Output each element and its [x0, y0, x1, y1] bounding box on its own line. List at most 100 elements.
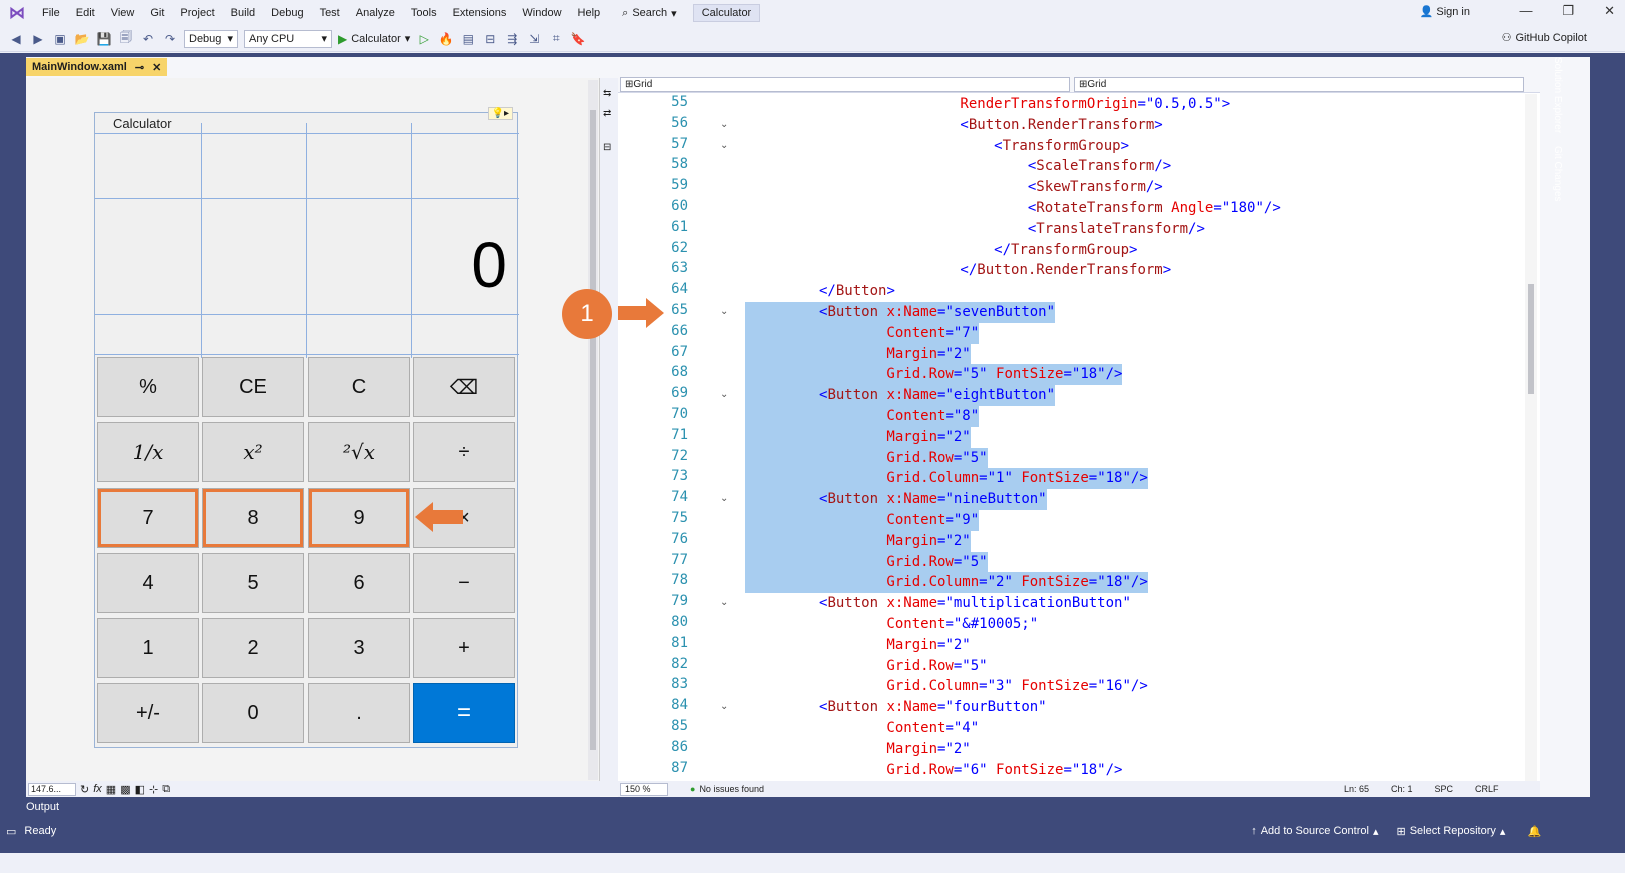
fold-toggle-icon[interactable]: ⌄ — [720, 119, 728, 130]
code-line[interactable]: </TransformGroup> — [745, 240, 1137, 261]
code-line[interactable]: <RotateTransform Angle="180"/> — [745, 198, 1281, 219]
menu-item-help[interactable]: Help — [570, 0, 609, 26]
right-scope-select[interactable]: ⊞ Grid — [1074, 77, 1524, 92]
menu-item-file[interactable]: File — [34, 0, 68, 26]
code-line[interactable]: <Button x:Name="sevenButton" — [745, 302, 1056, 323]
layout-icon[interactable]: ⊟ — [482, 31, 498, 47]
code-line[interactable]: <Button.RenderTransform> — [745, 115, 1162, 136]
code-line[interactable]: Grid.Row="5" — [745, 551, 988, 573]
select-repository-button[interactable]: ⊞ Select Repository ▴ — [1396, 825, 1505, 838]
code-line[interactable]: Content="7" — [745, 322, 980, 344]
fold-toggle-icon[interactable]: ⌄ — [720, 140, 728, 151]
code-line[interactable]: Grid.Row="6" FontSize="18"/> — [745, 760, 1122, 781]
column-indicator[interactable]: Ch: 1 — [1391, 784, 1413, 794]
start-without-debugging-icon[interactable]: ▷ — [416, 31, 432, 47]
code-line[interactable]: <SkewTransform/> — [745, 177, 1163, 198]
line-indicator[interactable]: Ln: 65 — [1344, 784, 1369, 794]
restore-icon[interactable]: ❐ — [1562, 3, 1574, 19]
redo-icon[interactable]: ↷ — [162, 31, 178, 47]
code-line[interactable]: Grid.Column="1" FontSize="18"/> — [745, 468, 1148, 490]
backspace-button[interactable]: ⌫ — [413, 357, 515, 417]
bookmark-icon[interactable]: 🔖 — [570, 31, 586, 47]
designer-zoom-select[interactable]: 147.6... — [28, 782, 76, 796]
code-line[interactable]: Content="9" — [745, 510, 980, 531]
menu-item-extensions[interactable]: Extensions — [445, 0, 515, 26]
visual-studio-logo-icon[interactable]: ⋈ — [0, 0, 34, 26]
start-debugging-button[interactable]: ▶ Calculator ▾ — [338, 32, 410, 46]
menu-item-tools[interactable]: Tools — [403, 0, 445, 26]
issues-status[interactable]: No issues found — [699, 784, 764, 794]
scroll-thumb[interactable] — [1528, 284, 1534, 394]
comment-icon[interactable]: ⌗ — [548, 31, 564, 47]
step-icon[interactable]: ⇲ — [526, 31, 542, 47]
collapse-pane-icon[interactable]: ⇄ — [603, 108, 611, 119]
line-ending-indicator[interactable]: CRLF — [1475, 784, 1499, 794]
divide-button[interactable]: ÷ — [413, 422, 515, 482]
menu-item-window[interactable]: Window — [514, 0, 569, 26]
code-line[interactable]: Content="&#10005;" — [745, 614, 1038, 635]
code-line[interactable]: Margin="2" — [745, 635, 970, 656]
refresh-icon[interactable]: ↻ — [80, 783, 89, 796]
format-icon[interactable]: ⇶ — [504, 31, 520, 47]
menu-item-debug[interactable]: Debug — [263, 0, 311, 26]
menu-item-edit[interactable]: Edit — [68, 0, 103, 26]
device-icon[interactable]: ⧉ — [162, 783, 170, 796]
tab-solution-explorer[interactable]: Solution Explorer — [1552, 57, 1563, 133]
tab-output[interactable]: Output — [26, 801, 59, 813]
clear-entry-button[interactable]: CE — [202, 357, 304, 417]
code-line[interactable]: <Button x:Name="nineButton" — [745, 489, 1047, 511]
reciprocal-button[interactable]: 1/x — [97, 422, 199, 482]
code-line[interactable]: <Button x:Name="fourButton" — [745, 697, 1047, 718]
negate-button[interactable]: +/- — [97, 683, 199, 743]
code-line[interactable]: <Button x:Name="multiplicationButton" — [745, 593, 1131, 614]
four-button[interactable]: 4 — [97, 553, 199, 613]
clear-button[interactable]: C — [308, 357, 410, 417]
sign-in-button[interactable]: 👤 Sign in — [1420, 5, 1470, 18]
notifications-icon[interactable]: 🔔 — [1527, 825, 1541, 838]
editor-zoom-select[interactable]: 150 % — [620, 782, 668, 796]
code-line[interactable]: Grid.Row="5" FontSize="18"/> — [745, 364, 1123, 386]
code-line[interactable]: Margin="2" — [745, 739, 970, 760]
menu-item-project[interactable]: Project — [172, 0, 222, 26]
two-button[interactable]: 2 — [202, 618, 304, 678]
grid-icon[interactable]: ▦ — [106, 783, 116, 796]
code-line[interactable]: Grid.Row="5" — [745, 447, 988, 469]
code-line[interactable]: </Button.RenderTransform> — [745, 260, 1171, 281]
whitespace-indicator[interactable]: SPC — [1435, 784, 1454, 794]
menu-item-analyze[interactable]: Analyze — [348, 0, 403, 26]
platform-select[interactable]: Any CPU ▾ — [244, 29, 332, 48]
code-line[interactable]: Grid.Column="3" FontSize="16"/> — [745, 676, 1147, 697]
left-scope-select[interactable]: ⊞ Grid — [620, 77, 1070, 92]
code-line[interactable]: Grid.Column="2" FontSize="18"/> — [745, 572, 1148, 594]
six-button[interactable]: 6 — [308, 553, 410, 613]
browse-icon[interactable]: ▤ — [460, 31, 476, 47]
close-icon[interactable]: ✕ — [1604, 3, 1615, 19]
close-icon[interactable]: ✕ — [152, 61, 161, 74]
menu-item-test[interactable]: Test — [312, 0, 348, 26]
square-root-button[interactable]: ²√x — [308, 422, 410, 482]
horizontal-split-icon[interactable]: ⊟ — [603, 142, 611, 153]
code-line[interactable]: <Button x:Name="eightButton" — [745, 385, 1056, 407]
designer-vertical-scrollbar[interactable] — [588, 80, 598, 780]
code-line[interactable]: <TransformGroup> — [745, 136, 1129, 157]
snap-lines-icon[interactable]: ⊹ — [149, 783, 158, 796]
github-copilot-button[interactable]: ⚇ GitHub Copilot — [1502, 31, 1587, 45]
code-line[interactable]: Grid.Row="5" — [745, 656, 987, 677]
swap-panes-icon[interactable]: ⇆ — [603, 88, 611, 99]
code-line[interactable]: Margin="2" — [745, 530, 971, 552]
subtract-button[interactable]: − — [413, 553, 515, 613]
source-control-button[interactable]: ↑ Add to Source Control ▴ — [1251, 825, 1378, 838]
three-button[interactable]: 3 — [308, 618, 410, 678]
search-box[interactable]: ⌕ Search ▾ — [614, 7, 685, 20]
artboard-icon[interactable]: ◧ — [135, 783, 145, 796]
new-project-icon[interactable]: ▣ — [52, 31, 68, 47]
snap-grid-icon[interactable]: ▩ — [120, 783, 130, 796]
configuration-select[interactable]: Debug ▾ — [184, 29, 238, 48]
minimize-icon[interactable]: — — [1519, 3, 1532, 19]
menu-item-build[interactable]: Build — [223, 0, 263, 26]
fold-toggle-icon[interactable]: ⌄ — [720, 493, 728, 504]
zero-button[interactable]: 0 — [202, 683, 304, 743]
code-line[interactable]: Content="8" — [745, 406, 980, 427]
five-button[interactable]: 5 — [202, 553, 304, 613]
seven-button[interactable]: 7 — [97, 488, 199, 548]
